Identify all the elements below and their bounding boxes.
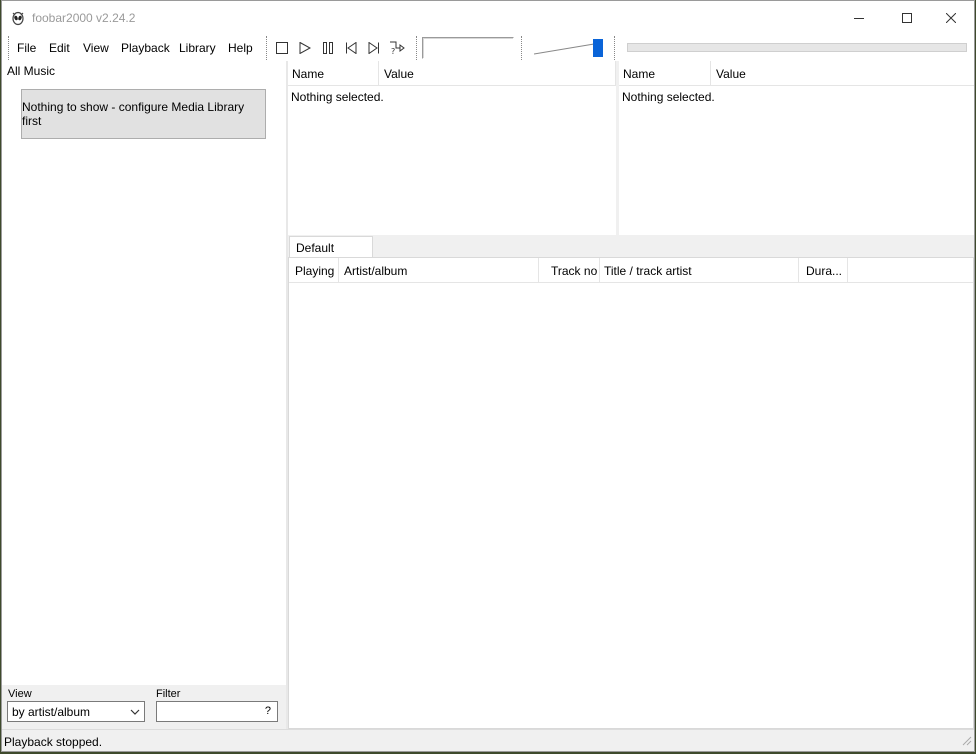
seekbar[interactable] [627, 43, 967, 52]
properties-empty-text: Nothing selected. [291, 90, 384, 104]
minimize-icon [854, 18, 864, 19]
toolbar-grip[interactable] [8, 36, 11, 60]
svg-text:?: ? [391, 47, 395, 55]
properties-pane-left: Name Value Nothing selected. [288, 61, 616, 235]
toolbar-grip[interactable] [416, 36, 419, 60]
column-title[interactable]: Title / track artist [604, 264, 692, 278]
menu-help[interactable]: Help [228, 41, 253, 55]
title-bar[interactable]: foobar2000 v2.24.2 [2, 1, 974, 35]
menu-toolbar-row: File Edit View Playback Library Help ? [2, 35, 974, 61]
configure-library-button[interactable]: Nothing to show - configure Media Librar… [21, 89, 266, 139]
properties-pane-right: Name Value Nothing selected. [619, 61, 974, 235]
status-text: Playback stopped. [4, 735, 103, 749]
column-separator[interactable] [599, 258, 600, 283]
column-separator[interactable] [378, 61, 379, 86]
toolbar-grip[interactable] [266, 36, 269, 60]
column-artist-album[interactable]: Artist/album [344, 264, 407, 278]
close-icon [946, 13, 956, 23]
status-bar: Playback stopped. [2, 729, 974, 751]
playlist-view[interactable]: Playing Artist/album Track no Title / tr… [288, 257, 974, 729]
close-button[interactable] [928, 1, 974, 35]
library-root-label[interactable]: All Music [7, 64, 55, 78]
minimize-button[interactable] [836, 1, 882, 35]
playlist-header: Playing Artist/album Track no Title / tr… [289, 258, 973, 283]
view-dropdown-value: by artist/album [12, 705, 91, 719]
configure-library-label: Nothing to show - configure Media Librar… [22, 100, 245, 128]
pause-icon [323, 42, 333, 54]
volume-slider-track[interactable] [534, 43, 602, 55]
resize-grip-icon[interactable] [960, 734, 972, 749]
window-title: foobar2000 v2.24.2 [32, 11, 136, 25]
column-duration[interactable]: Dura... [806, 264, 842, 278]
stop-button[interactable] [273, 39, 291, 57]
play-button[interactable] [296, 39, 314, 57]
toolbar-grip[interactable] [521, 36, 524, 60]
column-value[interactable]: Value [384, 67, 414, 81]
stop-icon [276, 42, 288, 54]
menu-edit[interactable]: Edit [49, 41, 70, 55]
previous-icon [346, 42, 357, 54]
column-name[interactable]: Name [623, 67, 655, 81]
library-view-controls: View Filter by artist/album ? [2, 685, 286, 729]
filter-input[interactable]: ? [156, 701, 278, 722]
playlist-tabs: Default Playlist [288, 235, 974, 269]
view-label: View [8, 688, 32, 700]
maximize-icon [902, 13, 912, 23]
previous-button[interactable] [342, 39, 360, 57]
properties-header: Name Value [288, 61, 616, 86]
column-separator[interactable] [798, 258, 799, 283]
column-playing[interactable]: Playing [295, 264, 334, 278]
next-icon [368, 42, 379, 54]
next-button[interactable] [365, 39, 383, 57]
column-separator[interactable] [710, 61, 711, 86]
menu-library[interactable]: Library [179, 41, 216, 55]
play-icon [299, 42, 311, 54]
column-name[interactable]: Name [292, 67, 324, 81]
maximize-button[interactable] [884, 1, 930, 35]
random-button[interactable]: ? [388, 39, 406, 57]
filter-label: Filter [156, 688, 181, 700]
properties-empty-text: Nothing selected. [622, 90, 715, 104]
tab-default-playlist[interactable]: Default Playlist [289, 236, 373, 269]
column-separator[interactable] [538, 258, 539, 283]
column-separator[interactable] [338, 258, 339, 283]
menu-file[interactable]: File [17, 41, 36, 55]
menu-view[interactable]: View [83, 41, 109, 55]
random-icon: ? [390, 41, 405, 55]
column-separator[interactable] [847, 258, 848, 283]
volume-slider-thumb[interactable] [593, 39, 603, 57]
column-track-no[interactable]: Track no [551, 264, 597, 278]
seek-display [422, 37, 514, 59]
menu-playback[interactable]: Playback [121, 41, 170, 55]
foobar2000-window: foobar2000 v2.24.2 File Edit View Playba… [1, 0, 975, 752]
column-value[interactable]: Value [716, 67, 746, 81]
album-list-panel: All Music Nothing to show - configure Me… [2, 61, 286, 729]
properties-header: Name Value [619, 61, 974, 86]
toolbar-grip[interactable] [614, 36, 617, 60]
pause-button[interactable] [319, 39, 337, 57]
foobar-alien-icon [10, 10, 26, 26]
chevron-down-icon [130, 706, 140, 720]
filter-help-button[interactable]: ? [265, 705, 271, 717]
view-dropdown[interactable]: by artist/album [7, 701, 145, 722]
